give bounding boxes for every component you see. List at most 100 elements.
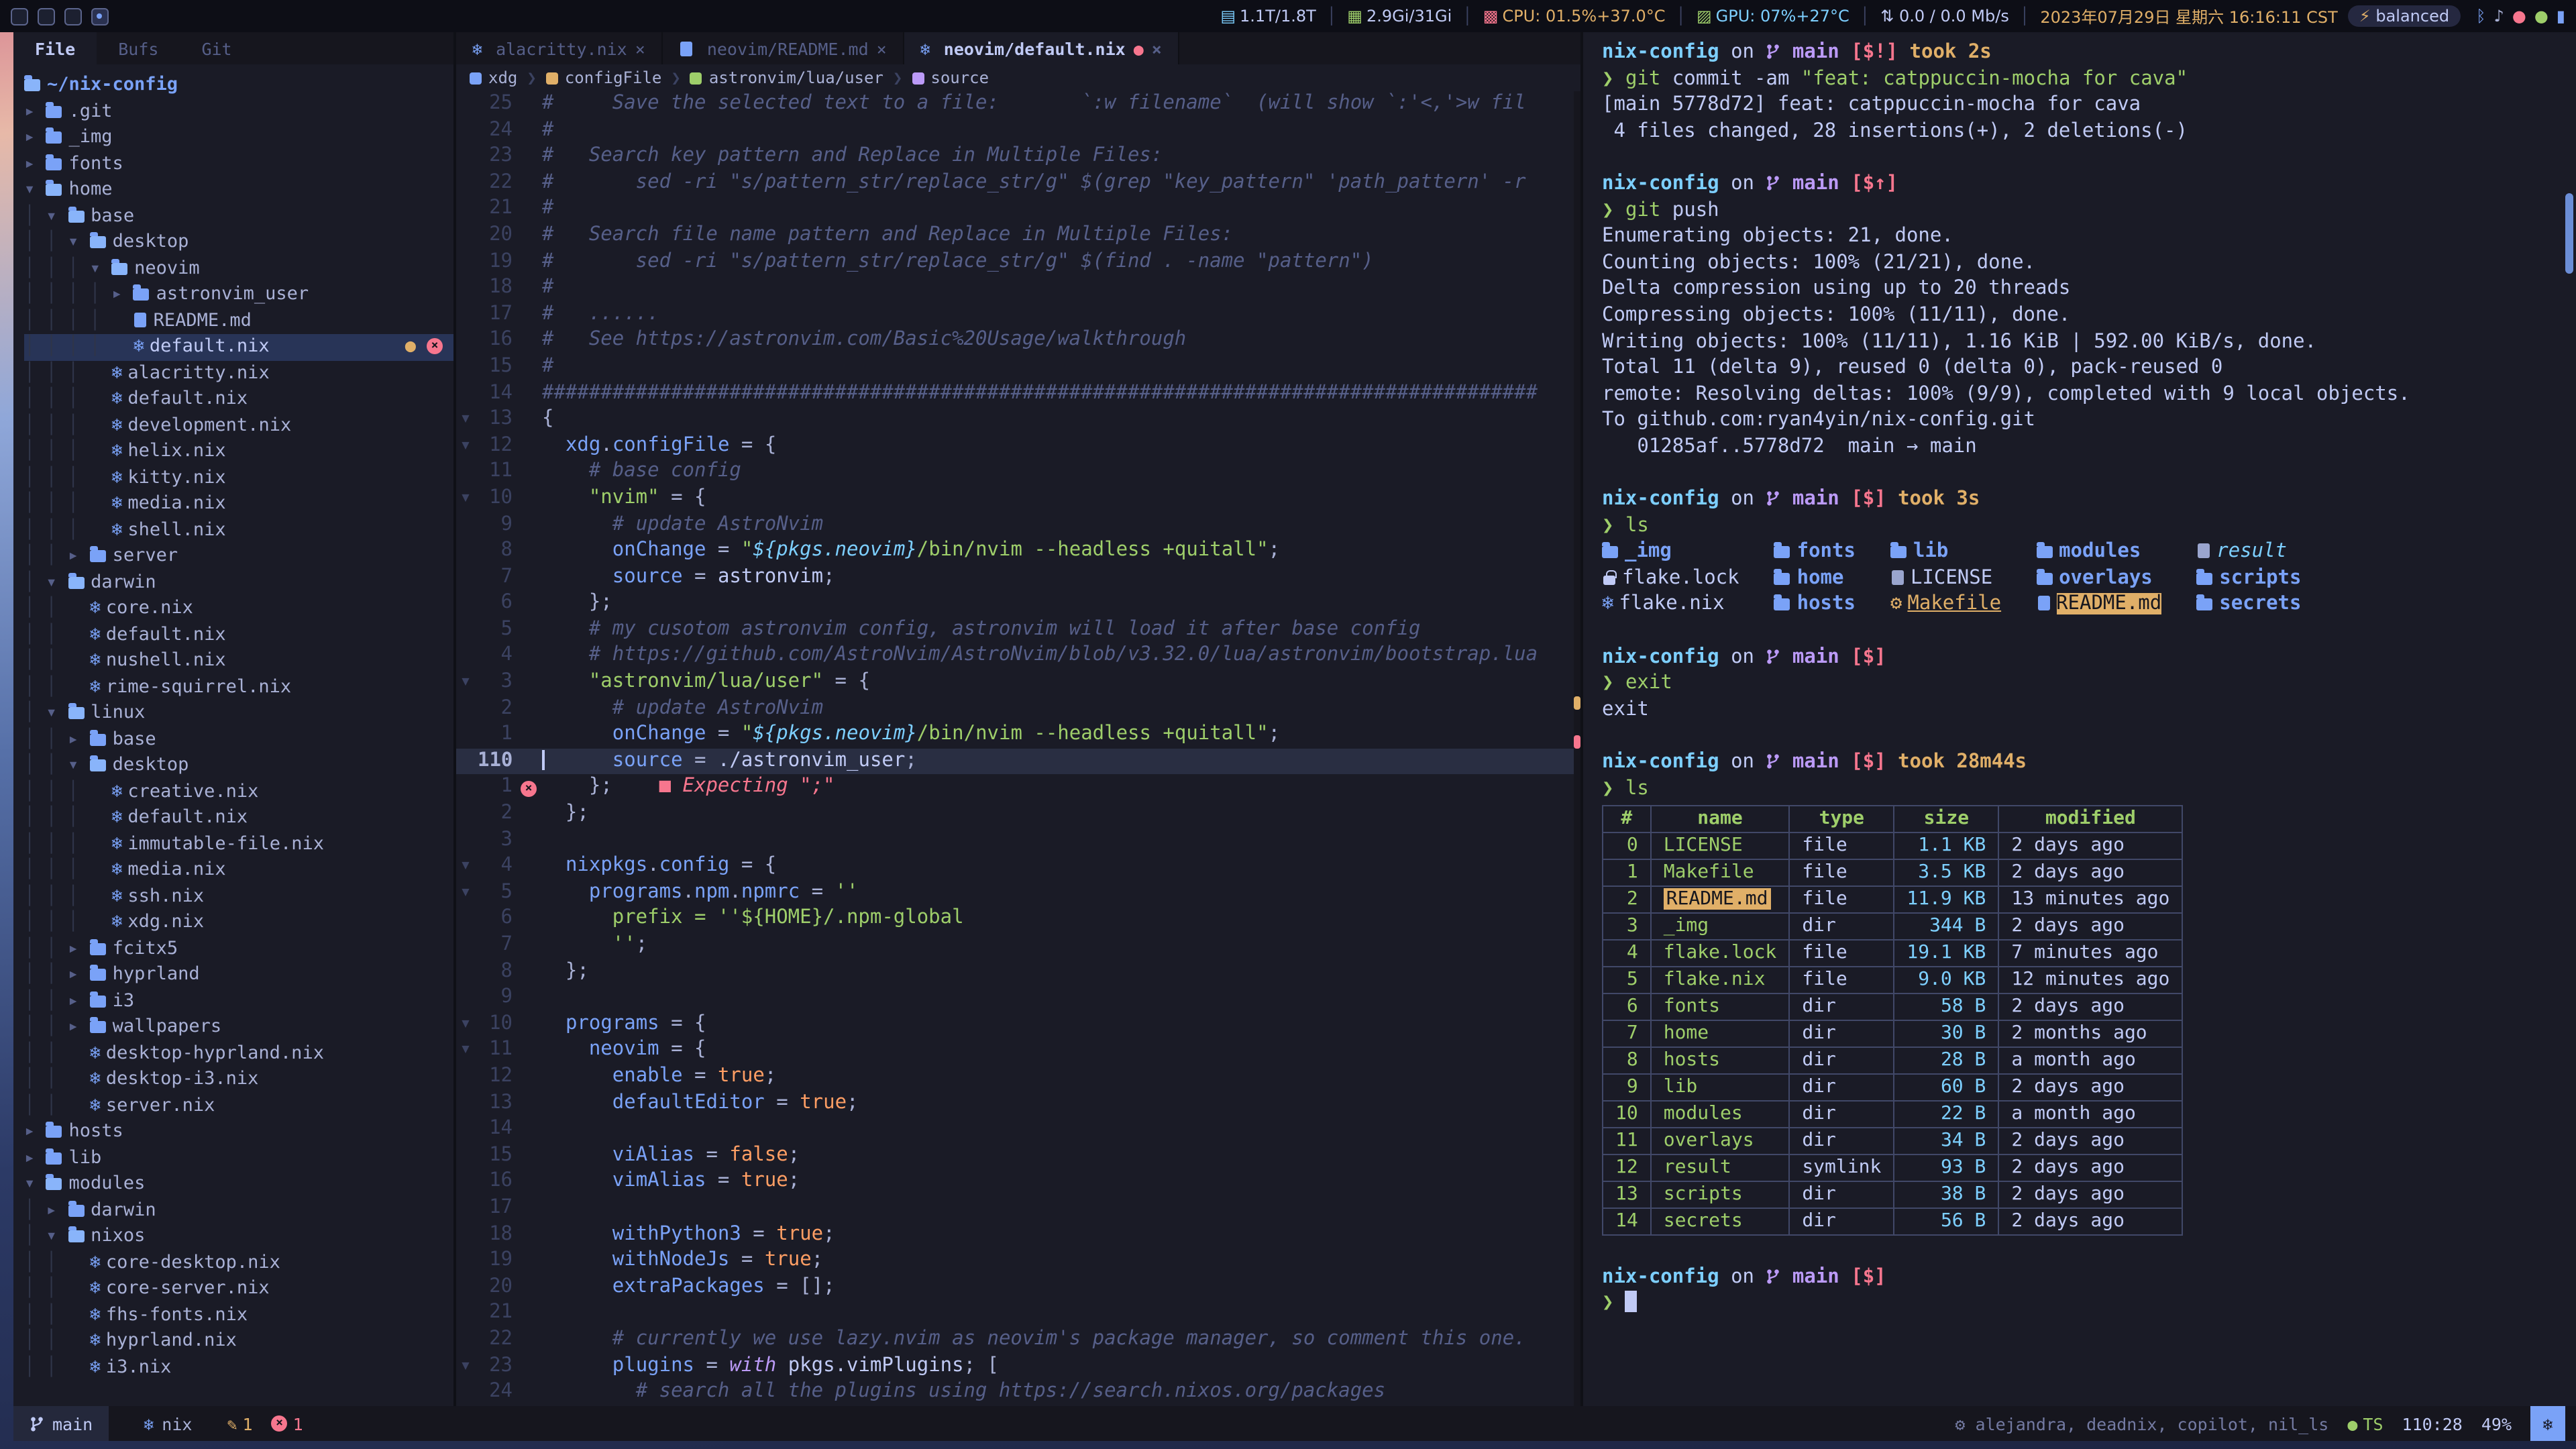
tree-item[interactable]: │ │ ▸ server [24,543,453,570]
tree-item[interactable]: │ │ │ ❄media.nix [24,857,453,883]
close-icon[interactable]: × [635,38,645,58]
tree-item[interactable]: │ │ ❄core.nix [24,596,453,622]
tree-item[interactable]: │ │ │ ❄alacritty.nix [24,360,453,386]
tree-item[interactable]: │ │ │ ❄ssh.nix [24,883,453,910]
buffer-tab[interactable]: neovim/README.md× [663,32,904,64]
editor-scrollbar[interactable] [1574,91,1580,1406]
terminal-pane[interactable]: nix-config on main [$!] took 2s❯ git com… [1583,32,2576,1406]
window-icon[interactable] [64,7,82,25]
tree-item[interactable]: │ │ ▸ wallpapers [24,1014,453,1040]
fold-chevron-icon[interactable]: ▾ [456,433,475,459]
tree-item[interactable]: │ │ │ ▾ neovim [24,256,453,282]
code-line[interactable]: 20# Search file name pattern and Replace… [456,223,1580,249]
code-line[interactable]: 2 # update AstroNvim [456,696,1580,722]
code-line[interactable]: 21 [456,1301,1580,1327]
window-icon[interactable] [11,7,28,25]
tree-tab-file[interactable]: File [13,32,97,64]
tree-item[interactable]: │ │ ❄rime-squirrel.nix [24,674,453,700]
code-line[interactable]: 16# See https://astronvim.com/Basic%20Us… [456,328,1580,354]
code-line[interactable]: 24# [456,117,1580,144]
fold-chevron-icon[interactable]: ▾ [456,486,475,512]
tree-item[interactable]: ▸ _img [24,125,453,151]
code-line[interactable]: ▾13{ [456,407,1580,433]
tree-item[interactable]: │ │ ❄desktop-i3.nix [24,1067,453,1093]
code-line[interactable]: 19 withNodeJs = true; [456,1248,1580,1274]
tree-item[interactable]: │ ▾ base [24,203,453,229]
tree-item[interactable]: │ │ ❄hyprland.nix [24,1328,453,1354]
fold-chevron-icon[interactable]: ▾ [456,1012,475,1038]
code-line[interactable]: 8 onChange = "${pkgs.neovim}/bin/nvim --… [456,538,1580,564]
panel-indicator[interactable]: ▮ [2557,7,2565,25]
tree-tab-git[interactable]: Git [180,32,253,64]
code-line[interactable]: 6 prefix = ''${HOME}/.npm-global [456,906,1580,932]
tree-item[interactable]: │ │ ❄i3.nix [24,1354,453,1381]
tree-item[interactable]: │ │ ▸ base [24,727,453,753]
tree-item[interactable]: │ │ ❄server.nix [24,1093,453,1119]
buffer-tab[interactable]: ❄neovim/default.nix●× [904,32,1179,64]
tree-item[interactable]: ▾ modules [24,1171,453,1197]
code-line[interactable]: 7 ''; [456,932,1580,959]
tray-dot-red[interactable]: ● [2512,7,2526,25]
tree-item[interactable]: │ ▾ darwin [24,570,453,596]
code-line[interactable]: 18# [456,275,1580,301]
breadcrumb-segment[interactable]: source [912,68,989,87]
tree-item[interactable]: │ │ ▸ fcitx5 [24,936,453,962]
code-line[interactable]: 23# Search key pattern and Replace in Mu… [456,144,1580,170]
code-line[interactable]: 12 enable = true; [456,1064,1580,1090]
code-line[interactable]: 5 # my cusotom astronvim config, astronv… [456,617,1580,643]
breadcrumb-segment[interactable]: configFile [546,68,662,87]
tree-item[interactable]: │ │ │ ❄xdg.nix [24,910,453,936]
code-line[interactable]: 17 [456,1195,1580,1222]
tree-item[interactable]: │ │ │ │ README.md [24,308,453,334]
code-line[interactable]: 6 }; [456,591,1580,617]
code-line[interactable]: 18 withPython3 = true; [456,1222,1580,1248]
tree-item[interactable]: ▸ .git [24,99,453,125]
tree-item[interactable]: │ │ ▸ hyprland [24,962,453,988]
tree-item[interactable]: │ │ ❄desktop-hyprland.nix [24,1040,453,1067]
tree-item[interactable]: │ │ ❄nushell.nix [24,648,453,674]
code-line[interactable]: ▾3 "astronvim/lua/user" = { [456,669,1580,696]
buffer-tab[interactable]: ❄alacritty.nix× [456,32,663,64]
code-line[interactable]: ▾12 xdg.configFile = { [456,433,1580,459]
tray-dot-green[interactable]: ● [2534,7,2548,25]
code-line[interactable]: ▾11 neovim = { [456,1038,1580,1064]
fold-chevron-icon[interactable]: ▾ [456,1353,475,1379]
fold-chevron-icon[interactable]: ▾ [456,669,475,696]
code-line[interactable]: 13 defaultEditor = true; [456,1090,1580,1116]
tree-item[interactable]: │ │ ❄fhs-fonts.nix [24,1302,453,1328]
code-line[interactable]: 15# [456,354,1580,380]
tree-item[interactable]: │ │ │ ❄shell.nix [24,517,453,543]
code-line[interactable]: 2 }; [456,801,1580,827]
fold-chevron-icon[interactable]: ▾ [456,880,475,906]
code-line[interactable]: 17# ...... [456,302,1580,328]
tree-item[interactable]: │ │ │ ❄creative.nix [24,779,453,805]
code-line[interactable]: ▾10 "nvim" = { [456,486,1580,512]
code-line[interactable]: ▾23 plugins = with pkgs.vimPlugins; [ [456,1353,1580,1379]
tree-item[interactable]: │ │ ▸ i3 [24,988,453,1014]
code-line[interactable]: 25# Save the selected text to a file: `:… [456,91,1580,117]
code-line[interactable]: 4 # https://github.com/AstroNvim/AstroNv… [456,643,1580,669]
code-line[interactable]: ▾4 nixpkgs.config = { [456,853,1580,879]
statusline-git-branch[interactable]: main [13,1406,109,1441]
code-line[interactable]: 22 # currently we use lazy.nvim as neovi… [456,1327,1580,1353]
statusline-error-count[interactable]: ×1 [272,1413,303,1434]
fold-chevron-icon[interactable]: ▾ [456,1038,475,1064]
tree-item[interactable]: │ ▾ nixos [24,1224,453,1250]
code-line[interactable]: 1× }; ■ Expecting ";" [456,775,1580,801]
camera-icon[interactable] [91,7,109,25]
tree-item[interactable]: │ │ ❄default.nix [24,622,453,648]
code-line[interactable]: 11 # base config [456,460,1580,486]
tree-tab-bufs[interactable]: Bufs [97,32,180,64]
code-line[interactable]: 19# sed -ri "s/pattern_str/replace_str/g… [456,249,1580,275]
code-line[interactable]: 20 extraPackages = []; [456,1274,1580,1300]
code-line[interactable]: 9 # update AstroNvim [456,512,1580,538]
power-profile[interactable]: ⚡ balanced [2349,5,2460,27]
tree-item[interactable]: │ │ │ ❄development.nix [24,413,453,439]
tree-item[interactable]: │ │ │ ❄kitty.nix [24,465,453,491]
statusline-modified-count[interactable]: ✎1 [227,1413,252,1434]
breadcrumb-segment[interactable]: astronvim/lua/user [690,68,883,87]
tree-item[interactable]: ▾ home [24,177,453,203]
tree-item[interactable]: │ │ │ │ ❄default.nix●× [24,334,453,360]
tree-root[interactable]: ~/nix-config [24,72,453,99]
tree-item[interactable]: │ │ │ ❄immutable-file.nix [24,831,453,857]
